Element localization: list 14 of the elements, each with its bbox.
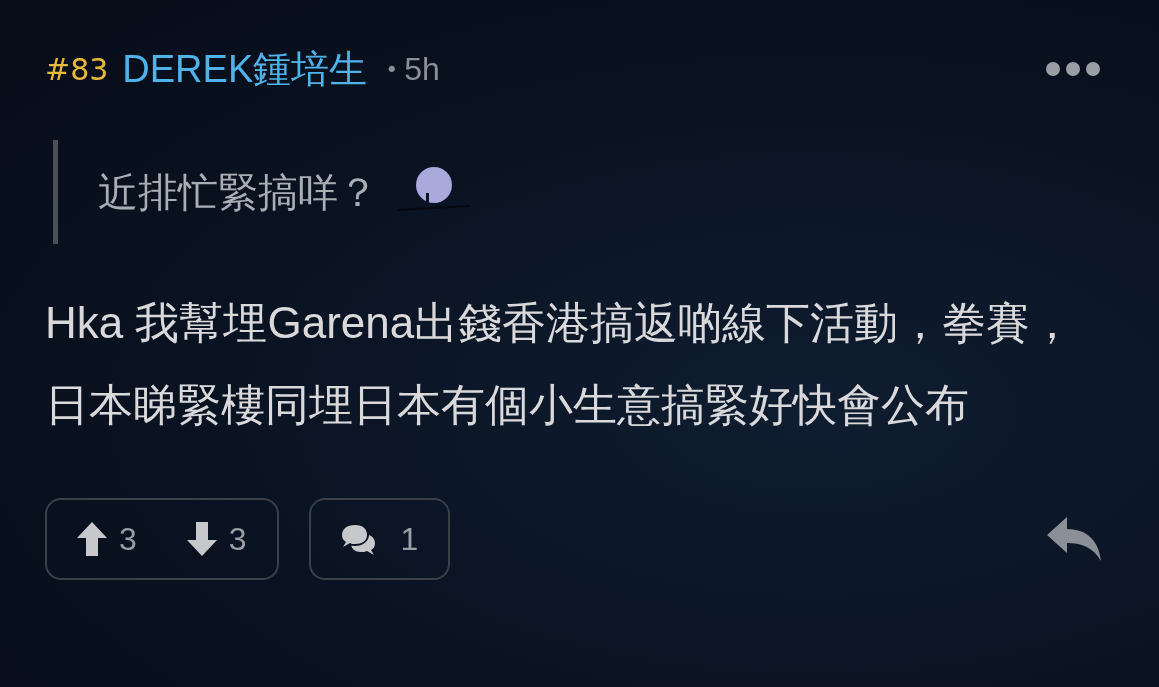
post-body: Hka 我幫埋Garena出錢香港搞返啲線下活動，拳賽，日本睇緊樓同埋日本有個小生意搞緊好快會公布	[45, 297, 1076, 431]
author-name[interactable]: DEREK鍾培生	[122, 43, 368, 95]
downvote-button[interactable]: 3	[186, 520, 247, 558]
upvote-button[interactable]: 3	[77, 520, 137, 558]
comments-button[interactable]: 1	[308, 498, 451, 580]
post-time: 5h	[404, 50, 440, 88]
separator-dot: •	[385, 56, 399, 82]
post-number: #83	[45, 51, 109, 87]
more-icon[interactable]	[1045, 61, 1101, 77]
upvote-icon	[77, 522, 107, 556]
reply-icon[interactable]	[1047, 517, 1101, 561]
comments-icon	[340, 523, 377, 555]
downvote-icon	[186, 522, 217, 556]
quote-text: 近排忙緊搞咩？	[98, 167, 378, 217]
